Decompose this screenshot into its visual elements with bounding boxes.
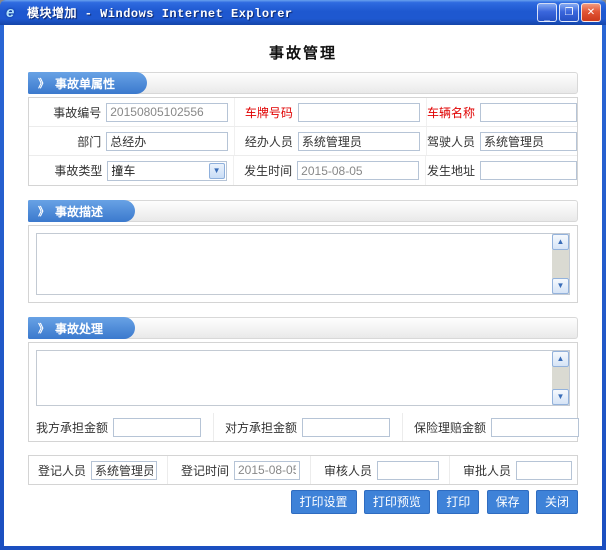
browser-window: e 模块增加 - Windows Internet Explorer _ ❐ ✕… xyxy=(0,0,606,550)
accident-number-input[interactable] xyxy=(106,103,228,122)
accident-type-value: 撞车 xyxy=(111,162,135,179)
registration-row: 登记人员 登记时间 审核人员 审批人员 xyxy=(29,456,577,484)
print-button[interactable]: 打印 xyxy=(437,490,479,514)
scroll-down-icon[interactable]: ▼ xyxy=(552,389,569,405)
section-header-accident-description: 》 事故描述 xyxy=(28,200,578,222)
occurrence-address-label: 发生地址 xyxy=(425,156,480,185)
section-title: 事故描述 xyxy=(55,203,103,220)
approver-label: 审批人员 xyxy=(458,462,516,479)
plate-number-label: 车牌号码 xyxy=(234,98,298,126)
internet-explorer-icon: e xyxy=(6,5,22,21)
other-party-amount-input[interactable] xyxy=(302,418,390,437)
form-row-1: 事故编号 车牌号码 车辆名称 xyxy=(29,98,577,127)
our-amount-label: 我方承担金额 xyxy=(33,419,113,436)
occurrence-address-input[interactable] xyxy=(480,161,577,180)
page-title: 事故管理 xyxy=(4,42,602,63)
our-amount-input[interactable] xyxy=(113,418,201,437)
insurance-claim-amount-input[interactable] xyxy=(491,418,579,437)
approver-input[interactable] xyxy=(516,461,572,480)
chevron-right-icon: 》 xyxy=(38,203,49,219)
occurrence-time-input[interactable] xyxy=(297,161,419,180)
accident-description-textarea[interactable] xyxy=(36,233,570,295)
close-button[interactable]: ✕ xyxy=(581,3,601,22)
maximize-button[interactable]: ❐ xyxy=(559,3,579,22)
scroll-down-icon[interactable]: ▼ xyxy=(552,278,569,294)
scrollbar[interactable]: ▲ ▼ xyxy=(552,351,569,405)
handler-label: 经办人员 xyxy=(234,127,298,155)
scroll-up-icon[interactable]: ▲ xyxy=(552,351,569,367)
department-input[interactable] xyxy=(106,132,228,151)
scrollbar[interactable]: ▲ ▼ xyxy=(552,234,569,294)
registrar-label: 登记人员 xyxy=(33,462,91,479)
driver-input[interactable] xyxy=(480,132,577,151)
section-header-accident-properties: 》 事故单属性 xyxy=(28,72,578,94)
amounts-row: 我方承担金额 对方承担金额 保险理赔金额 xyxy=(29,413,577,441)
dropdown-arrow-icon[interactable]: ▼ xyxy=(209,163,225,179)
handler-input[interactable] xyxy=(298,132,420,151)
accident-type-label: 事故类型 xyxy=(33,156,107,185)
insurance-claim-amount-label: 保险理赔金额 xyxy=(411,419,491,436)
scrollbar-track[interactable] xyxy=(552,250,569,278)
registrar-input[interactable] xyxy=(91,461,157,480)
minimize-button[interactable]: _ xyxy=(537,3,557,22)
accident-handling-panel: ▲ ▼ 我方承担金额 对方承担金额 保险理赔金额 xyxy=(28,342,578,442)
accident-handling-textarea[interactable] xyxy=(36,350,570,406)
section-title: 事故单属性 xyxy=(55,75,115,92)
section-tab: 》 事故处理 xyxy=(28,317,135,339)
scroll-up-icon[interactable]: ▲ xyxy=(552,234,569,250)
form-row-3: 事故类型 撞车 ▼ 发生时间 发生地址 xyxy=(29,156,577,185)
vehicle-name-label: 车辆名称 xyxy=(426,98,480,126)
scrollbar-track[interactable] xyxy=(552,367,569,389)
registration-time-input[interactable] xyxy=(234,461,300,480)
title-bar: e 模块增加 - Windows Internet Explorer _ ❐ ✕ xyxy=(0,0,606,25)
other-party-amount-label: 对方承担金额 xyxy=(222,419,302,436)
registration-panel: 登记人员 登记时间 审核人员 审批人员 xyxy=(28,455,578,485)
reviewer-input[interactable] xyxy=(377,461,439,480)
print-settings-button[interactable]: 打印设置 xyxy=(291,490,357,514)
plate-number-input[interactable] xyxy=(298,103,420,122)
accident-properties-panel: 事故编号 车牌号码 车辆名称 部门 经办人员 驾驶人员 事故类型 xyxy=(28,97,578,186)
chevron-right-icon: 》 xyxy=(38,75,49,91)
accident-type-select[interactable]: 撞车 ▼ xyxy=(107,161,226,181)
accident-description-panel: ▲ ▼ xyxy=(28,225,578,303)
reviewer-label: 审核人员 xyxy=(319,462,377,479)
vehicle-name-input[interactable] xyxy=(480,103,577,122)
close-icon: ✕ xyxy=(587,8,595,18)
registration-time-label: 登记时间 xyxy=(176,462,234,479)
action-button-bar: 打印设置 打印预览 打印 保存 关闭 xyxy=(28,490,578,514)
section-tab: 》 事故描述 xyxy=(28,200,135,222)
section-tab: 》 事故单属性 xyxy=(28,72,147,94)
occurrence-time-label: 发生时间 xyxy=(233,156,298,185)
form-row-2: 部门 经办人员 驾驶人员 xyxy=(29,127,577,156)
save-button[interactable]: 保存 xyxy=(487,490,529,514)
chevron-right-icon: 》 xyxy=(38,320,49,336)
page-content: 事故管理 》 事故单属性 事故编号 车牌号码 车辆名称 xyxy=(4,25,602,546)
driver-label: 驾驶人员 xyxy=(426,127,480,155)
close-form-button[interactable]: 关闭 xyxy=(536,490,578,514)
department-label: 部门 xyxy=(33,127,106,155)
section-header-accident-handling: 》 事故处理 xyxy=(28,317,578,339)
section-title: 事故处理 xyxy=(55,320,103,337)
maximize-icon: ❐ xyxy=(565,8,574,18)
minimize-icon: _ xyxy=(544,12,550,22)
print-preview-button[interactable]: 打印预览 xyxy=(364,490,430,514)
accident-number-label: 事故编号 xyxy=(33,98,106,126)
window-title: 模块增加 - Windows Internet Explorer xyxy=(27,4,535,21)
